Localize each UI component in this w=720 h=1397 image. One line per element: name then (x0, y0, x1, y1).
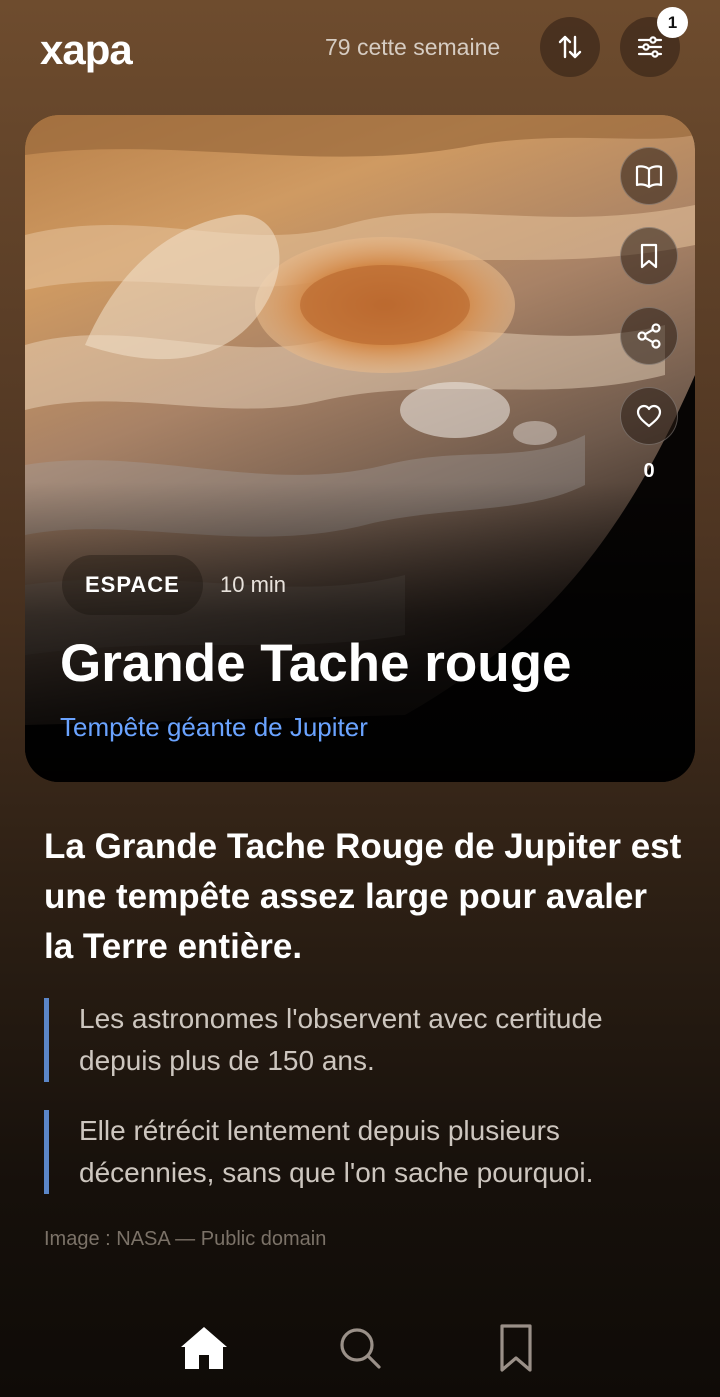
book-icon (635, 165, 663, 189)
fact-quote: Les astronomes l'observent avec certitud… (44, 998, 684, 1082)
home-icon (181, 1327, 227, 1369)
search-icon (340, 1328, 381, 1369)
sort-button[interactable] (540, 17, 600, 77)
app-header: xapa 79 cette semaine 1 (0, 0, 720, 100)
image-credit: Image : NASA — Public domain (44, 1228, 327, 1250)
like-button[interactable] (620, 387, 678, 445)
article-title: Grande Tache rouge (60, 634, 572, 693)
sliders-icon (637, 36, 663, 58)
bottom-navigation (0, 1300, 720, 1397)
share-icon (637, 323, 661, 349)
heart-icon (636, 404, 662, 428)
nav-home[interactable] (176, 1320, 232, 1376)
reading-time: 10 min (220, 572, 287, 597)
bookmark-icon (500, 1324, 532, 1372)
filter-count-badge: 1 (657, 7, 688, 38)
bookmark-button[interactable] (620, 227, 678, 285)
app-logo[interactable]: xapa (40, 26, 133, 74)
nav-bookmarks[interactable] (488, 1320, 544, 1376)
sort-arrows-icon (558, 35, 582, 59)
fact-quote: Elle rétrécit lentement depuis plusieurs… (44, 1110, 684, 1194)
article-lead: La Grande Tache Rouge de Jupiter est une… (44, 827, 682, 966)
article-subtitle: Tempête géante de Jupiter (60, 712, 368, 742)
bookmark-icon (640, 243, 658, 269)
share-button[interactable] (620, 307, 678, 365)
read-button[interactable] (620, 147, 678, 205)
category-tag[interactable]: ESPACE (62, 555, 203, 615)
article-card[interactable]: 0 ESPACE 10 min Grande Tache rouge Tempê… (25, 115, 695, 782)
like-count: 0 (643, 460, 655, 482)
nav-search[interactable] (332, 1320, 388, 1376)
weekly-count: 79 cette semaine (325, 34, 501, 60)
